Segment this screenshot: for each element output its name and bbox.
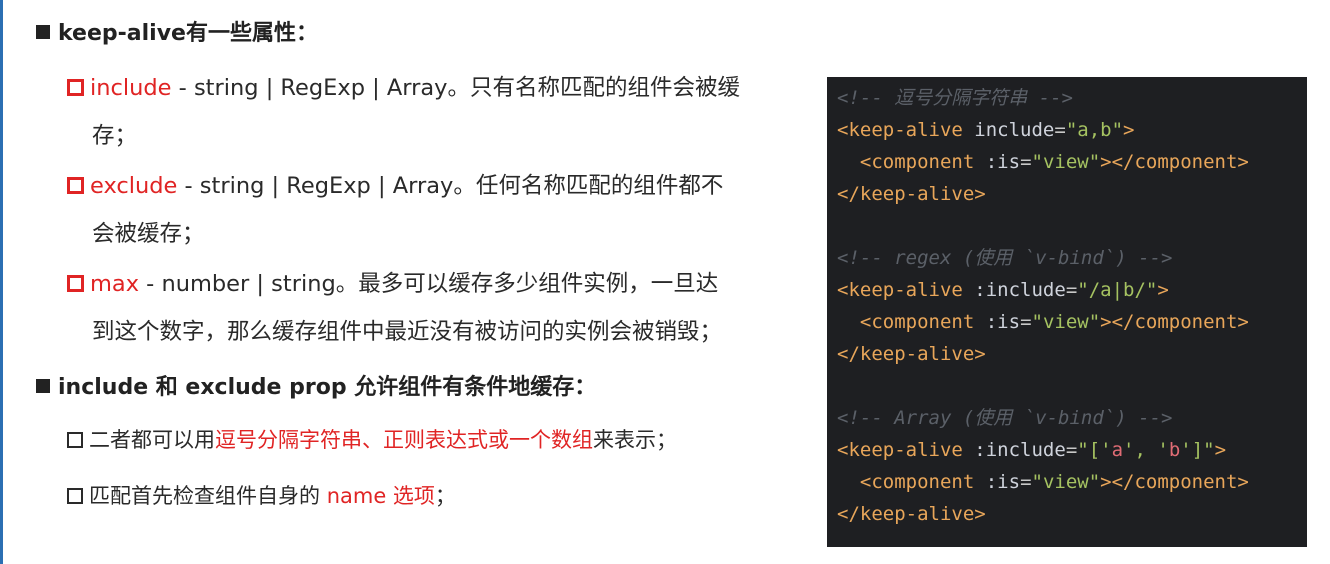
sub-item-representation: 二者都可以用逗号分隔字符串、正则表达式或一个数组来表示； [67,424,677,456]
code-line-7: <keep-alive :include="['a', 'b']"> [837,439,1227,461]
code-line-2: <component :is="view"></component> [859,151,1249,173]
code-block: <!-- 逗号分隔字符串 --> <keep-alive include="a,… [827,77,1307,547]
code-line-5: <component :is="view"></component> [859,311,1249,333]
sub-item-name-option: 匹配首先检查组件自身的 name 选项； [67,480,456,512]
code-line-4: <keep-alive :include="/a|b/"> [837,279,1169,301]
checkbox-icon [67,488,83,504]
heading-include-exclude: include 和 exclude prop 允许组件有条件地缓存： [36,372,596,404]
list-item-max: max - number | string。最多可以缓存多少组件实例，一旦达 到… [67,260,807,356]
code-line-3: </keep-alive> [837,183,986,205]
code-comment-1: <!-- 逗号分隔字符串 --> [837,87,1073,109]
code-line-8: <component :is="view"></component> [859,471,1249,493]
code-comment-2: <!-- regex (使用 `v-bind`) --> [837,247,1173,269]
list-item-exclude: exclude - string | RegExp | Array。任何名称匹配… [67,162,807,258]
left-edge-bar [0,0,3,564]
red-checkbox-icon [67,177,84,194]
checkbox-icon [67,432,83,448]
code-line-1: <keep-alive include="a,b"> [837,119,1135,141]
square-bullet-icon [36,25,50,39]
code-line-6: </keep-alive> [837,343,986,365]
red-checkbox-icon [67,79,84,96]
code-comment-3: <!-- Array (使用 `v-bind`) --> [837,407,1173,429]
code-line-9: </keep-alive> [837,503,986,525]
red-checkbox-icon [67,275,84,292]
heading-keep-alive-props: keep-alive有一些属性： [36,18,318,50]
square-bullet-icon [36,379,50,393]
list-item-include: include - string | RegExp | Array。只有名称匹配… [67,64,807,160]
